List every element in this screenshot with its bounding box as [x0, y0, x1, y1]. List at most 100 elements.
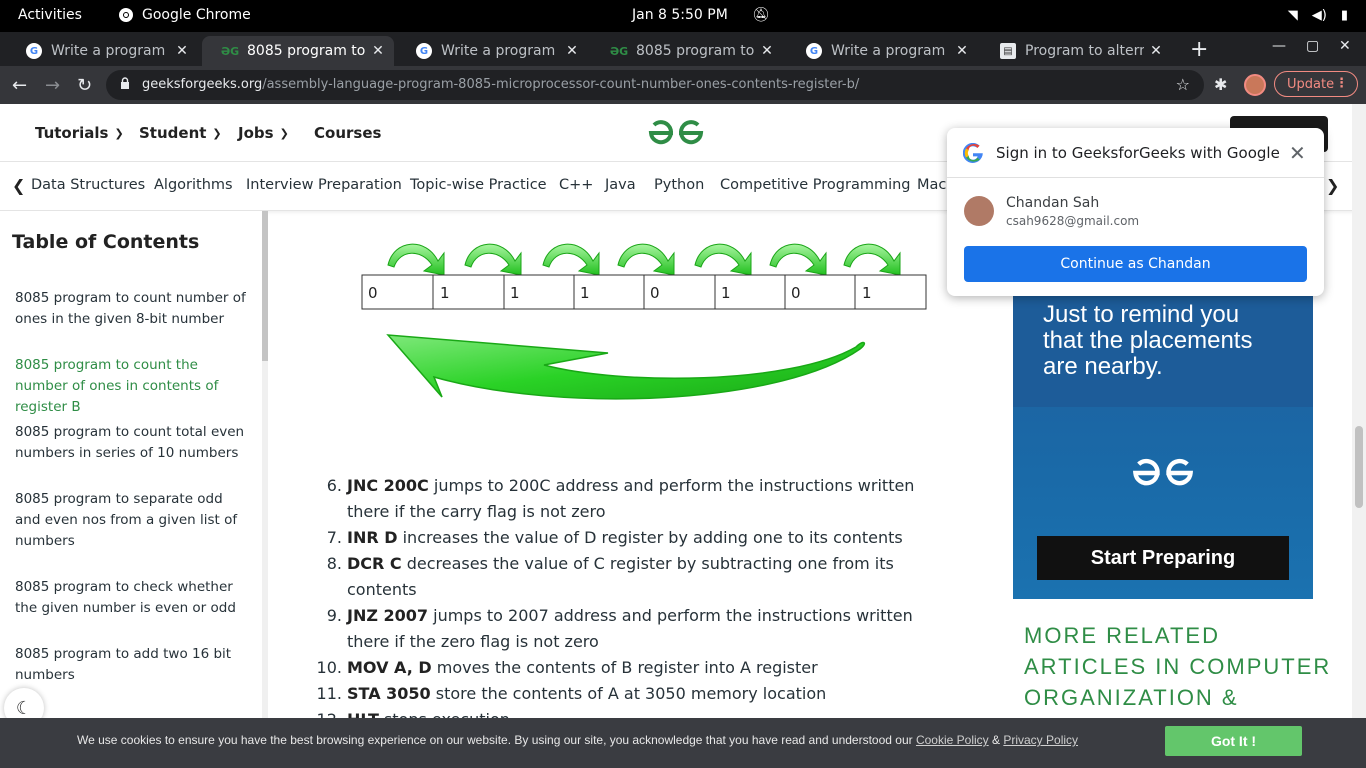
close-icon[interactable]: ✕ [1289, 141, 1306, 165]
tab-title: Write a program to [51, 43, 170, 59]
chrome-icon [119, 8, 133, 22]
maximize-icon[interactable]: ▢ [1306, 38, 1319, 54]
google-signin-popup: Sign in to GeeksforGeeks with Google ✕ C… [947, 128, 1324, 296]
gfg-icon: ƏG [609, 44, 629, 58]
close-tab-icon[interactable]: ✕ [366, 43, 390, 59]
bookmark-star-icon[interactable]: ☆ [1176, 75, 1190, 94]
google-icon: G [806, 43, 822, 59]
start-preparing-button[interactable]: Start Preparing [1037, 536, 1289, 580]
profile-avatar[interactable] [1244, 74, 1266, 96]
chevron-down-icon: ❯ [212, 126, 222, 140]
menu-courses[interactable]: Courses [314, 124, 381, 142]
app-menu[interactable]: Google Chrome [118, 7, 251, 23]
cookie-message: We use cookies to ensure you have the be… [77, 733, 1079, 747]
nav-data-structures[interactable]: Data Structures [31, 177, 145, 193]
nav-cpp[interactable]: C++ [559, 177, 593, 193]
toc-item-active[interactable]: 8085 program to count the number of ones… [15, 355, 247, 418]
reload-icon[interactable]: ↻ [77, 75, 92, 96]
list-item: 11. STA 3050 store the contents of A at 3… [316, 684, 827, 703]
tab-title: Write a program to [441, 43, 560, 59]
tab-strip: G Write a program to ✕ ƏG 8085 program t… [0, 32, 1366, 66]
nav-competitive-programming[interactable]: Competitive Programming [720, 177, 911, 193]
back-icon[interactable]: ← [12, 75, 27, 96]
address-bar[interactable]: geeksforgeeks.org/assembly-language-prog… [106, 70, 1204, 100]
advertisement-banner[interactable]: Just to remind you that the placements a… [1013, 296, 1313, 599]
privacy-policy-link[interactable]: Privacy Policy [1003, 733, 1078, 747]
tab[interactable]: ▤ Program to alterna ✕ [980, 36, 1172, 66]
close-tab-icon[interactable]: ✕ [1144, 43, 1168, 59]
update-button[interactable]: Update ⋮ [1274, 71, 1358, 97]
nav-python[interactable]: Python [654, 177, 704, 193]
continue-as-button[interactable]: Continue as Chandan [964, 246, 1307, 282]
tab-active[interactable]: ƏG 8085 program to co ✕ [202, 36, 394, 66]
page-scrollbar[interactable] [1352, 104, 1366, 718]
bit-cell: 1 [862, 284, 872, 302]
bit-cell: 0 [368, 284, 378, 302]
chevron-down-icon: ❯ [114, 126, 124, 140]
divider [947, 177, 1324, 178]
minimize-icon[interactable]: — [1272, 38, 1286, 54]
tab-title: 8085 program to co [247, 43, 366, 59]
bit-cell: 0 [791, 284, 801, 302]
menu-jobs[interactable]: Jobs ❯ [238, 124, 289, 142]
url-text: geeksforgeeks.org/assembly-language-prog… [142, 77, 860, 92]
gfg-logo[interactable] [647, 118, 705, 148]
list-item: 10. MOV A, D moves the contents of B regi… [316, 658, 818, 677]
gfg-icon: ƏG [220, 44, 240, 58]
close-tab-icon[interactable]: ✕ [170, 43, 194, 59]
nav-machine-learning[interactable]: Mac [917, 177, 946, 193]
account-email: csah9628@gmail.com [1006, 214, 1140, 228]
ad-headline: Just to remind you that the placements a… [1043, 301, 1253, 380]
forward-icon[interactable]: → [45, 75, 60, 96]
toc-scrollbar[interactable] [262, 211, 268, 718]
notifications-muted-icon: 🔕︎ [752, 7, 770, 23]
tab[interactable]: G Write a program to ✕ [396, 36, 588, 66]
tab[interactable]: ƏG 8085 program to ac ✕ [591, 36, 783, 66]
list-item: 7. INR D increases the value of D registe… [326, 528, 903, 547]
google-icon: G [416, 43, 432, 59]
bit-cell: 1 [580, 284, 590, 302]
toc-item[interactable]: 8085 program to add two 16 bit numbers [15, 644, 247, 686]
menu-student[interactable]: Student ❯ [139, 124, 222, 142]
system-top-bar: Activities Google Chrome Jan 8 5:50 PM ◥… [0, 0, 1366, 32]
account-name[interactable]: Chandan Sah [1006, 195, 1099, 211]
toc-title: Table of Contents [12, 231, 200, 253]
toc-item[interactable]: 8085 program to separate odd and even no… [15, 489, 247, 552]
tab[interactable]: G Write a program th ✕ [786, 36, 978, 66]
tab[interactable]: G Write a program to ✕ [6, 36, 198, 66]
chevron-right-icon[interactable]: ❯ [1326, 176, 1339, 195]
cookie-policy-link[interactable]: Cookie Policy [916, 733, 989, 747]
nav-topic-wise-practice[interactable]: Topic-wise Practice [410, 177, 547, 193]
close-tab-icon[interactable]: ✕ [560, 43, 584, 59]
toc-item[interactable]: 8085 program to count total even numbers… [15, 422, 247, 464]
google-icon: G [26, 43, 42, 59]
bit-cell: 1 [721, 284, 731, 302]
tab-title: Program to alterna [1025, 43, 1144, 59]
browser-toolbar: ← → ↻ geeksforgeeks.org/assembly-languag… [0, 66, 1366, 104]
menu-tutorials[interactable]: Tutorials ❯ [35, 124, 124, 142]
close-tab-icon[interactable]: ✕ [950, 43, 974, 59]
nav-algorithms[interactable]: Algorithms [154, 177, 233, 193]
got-it-button[interactable]: Got It ! [1165, 726, 1302, 756]
activities-button[interactable]: Activities [18, 7, 82, 23]
system-tray[interactable]: ◥ ◀) ▮ [1288, 8, 1348, 23]
extensions-icon[interactable]: ✱ [1214, 75, 1227, 94]
list-item: 9. JNZ 2007 jumps to 2007 address and per… [326, 606, 913, 651]
article-content: 0 1 1 1 0 1 0 1 6. JNC 200C jumps to 200C… [270, 211, 1000, 729]
new-tab-button[interactable]: + [1190, 37, 1208, 62]
wrap-around-arrow [386, 334, 866, 400]
clock[interactable]: Jan 8 5:50 PM [632, 7, 728, 23]
toc-item[interactable]: 8085 program to check whether the given … [15, 577, 247, 619]
google-icon [963, 143, 983, 163]
chevron-left-icon[interactable]: ❮ [12, 176, 25, 195]
app-name: Google Chrome [142, 7, 251, 23]
nav-interview-preparation[interactable]: Interview Preparation [246, 177, 402, 193]
close-tab-icon[interactable]: ✕ [755, 43, 779, 59]
battery-icon: ▮ [1340, 8, 1348, 23]
nav-java[interactable]: Java [605, 177, 636, 193]
tab-title: Write a program th [831, 43, 950, 59]
list-item: 8. DCR C decreases the value of C registe… [326, 554, 894, 599]
cookie-banner: We use cookies to ensure you have the be… [0, 718, 1366, 768]
toc-item[interactable]: 8085 program to count number of ones in … [15, 288, 247, 330]
close-window-icon[interactable]: ✕ [1339, 38, 1351, 54]
